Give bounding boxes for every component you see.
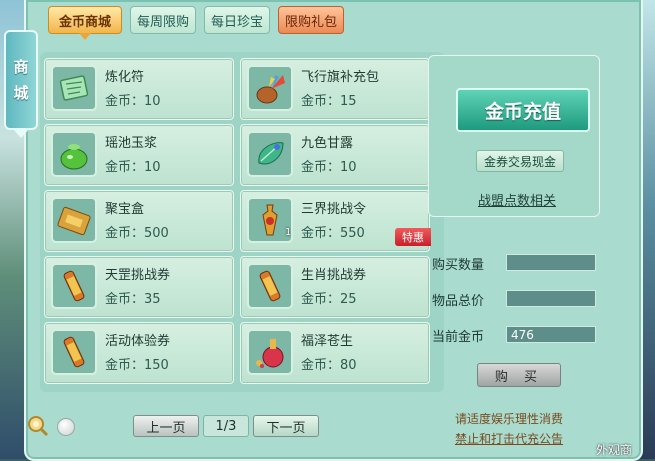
item-name: 福泽苍生: [301, 334, 354, 349]
discount-badge: 特惠: [395, 228, 431, 246]
treasure-box-icon: [51, 197, 97, 243]
quantity-field[interactable]: [506, 254, 596, 271]
page-indicator: 1/3: [203, 415, 249, 437]
shop-item[interactable]: 1 三界挑战令 金币：550 特惠: [240, 190, 431, 252]
shop-item[interactable]: 九色甘露 金币：10: [240, 124, 430, 186]
item-grid: 炼化符 金币：10 飞行旗补充包 金币：15 瑶池玉浆 金币：10 九色甘露 金…: [40, 52, 444, 392]
guild-points-link[interactable]: 战盟点数相关: [478, 190, 556, 209]
tab-gold-shop[interactable]: 金币商城: [48, 6, 122, 40]
talisman-icon: [51, 65, 97, 111]
coupon-exchange-button[interactable]: 金券交易现金: [476, 150, 564, 172]
shop-item[interactable]: 福泽苍生 金币：80: [240, 322, 430, 384]
anti-proxy-recharge-link[interactable]: 禁止和打击代充公告: [455, 430, 563, 447]
perfume-bottle-icon: [247, 329, 293, 375]
shop-item[interactable]: 聚宝盒 金币：500: [44, 190, 234, 252]
item-price: 金币：10: [301, 160, 357, 175]
item-price: 金币：150: [105, 358, 169, 373]
shop-item[interactable]: 天罡挑战券 金币：35: [44, 256, 234, 318]
item-price: 金币：35: [105, 292, 161, 307]
quantity-label: 购买数量: [432, 258, 485, 273]
current-gold-field: 476: [506, 326, 596, 343]
current-gold-label: 当前金币: [432, 330, 485, 345]
item-name: 飞行旗补充包: [301, 70, 380, 85]
item-name: 九色甘露: [301, 136, 354, 151]
item-price: 金币：80: [301, 358, 357, 373]
shop-item[interactable]: 瑶池玉浆 金币：10: [44, 124, 234, 186]
item-name: 天罡挑战券: [105, 268, 171, 283]
tab-daily-treasure[interactable]: 每日珍宝: [204, 6, 270, 34]
shop-item[interactable]: 炼化符 金币：10: [44, 58, 234, 120]
item-price: 金币：10: [105, 94, 161, 109]
gem-leaf-icon: [247, 131, 293, 177]
item-name: 聚宝盒: [105, 202, 145, 217]
scroll-icon: [51, 329, 97, 375]
item-price: 金币：15: [301, 94, 357, 109]
item-price: 金币：500: [105, 226, 169, 241]
item-quantity: 1: [285, 227, 292, 238]
shop-tabs: 金币商城 每周限购 每日珍宝 限购礼包: [48, 6, 344, 40]
buy-button[interactable]: 购 买: [477, 363, 561, 387]
tab-weekly-limited[interactable]: 每周限购: [130, 6, 196, 34]
total-price-field: [506, 290, 596, 307]
prev-page-button[interactable]: 上一页: [133, 415, 199, 437]
appearance-shop-label[interactable]: 外观商: [596, 441, 632, 458]
next-page-button[interactable]: 下一页: [253, 415, 319, 437]
side-tab-label-1: 商: [13, 58, 29, 76]
shop-item[interactable]: 飞行旗补充包 金币：15: [240, 58, 430, 120]
option-toggle[interactable]: [57, 418, 75, 436]
side-tab-label-2: 城: [13, 84, 29, 102]
side-tab-shop[interactable]: 商 城: [4, 30, 38, 138]
item-price: 金币：10: [105, 160, 161, 175]
scroll-icon: [51, 263, 97, 309]
gold-topup-button[interactable]: 金币充值: [456, 88, 590, 132]
item-name: 生肖挑战券: [301, 268, 367, 283]
scroll-icon: [247, 263, 293, 309]
flag-pack-icon: [247, 65, 293, 111]
item-name: 炼化符: [105, 70, 145, 85]
shop-item[interactable]: 活动体验券 金币：150: [44, 322, 234, 384]
item-name: 瑶池玉浆: [105, 136, 158, 151]
tab-limited-gift[interactable]: 限购礼包: [278, 6, 344, 34]
shop-item[interactable]: 生肖挑战券 金币：25: [240, 256, 430, 318]
item-price: 金币：25: [301, 292, 357, 307]
moderate-play-notice: 请适度娱乐理性消费: [455, 412, 564, 426]
pagination: 上一页 1/3 下一页: [133, 415, 319, 437]
jade-potion-icon: [51, 131, 97, 177]
item-name: 活动体验券: [105, 334, 171, 349]
magnifier-icon[interactable]: [27, 415, 49, 441]
item-price: 金币：550: [301, 226, 365, 241]
item-name: 三界挑战令: [301, 202, 367, 217]
total-price-label: 物品总价: [432, 294, 485, 309]
